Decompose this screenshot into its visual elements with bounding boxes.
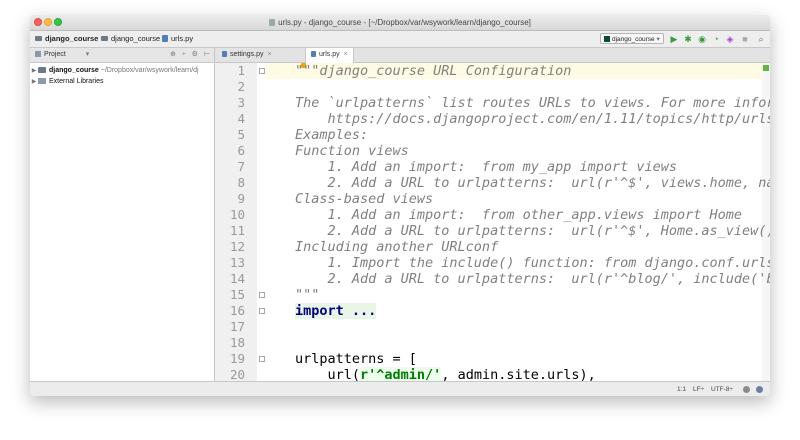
status-bar: 1:1 LF÷ UTF-8÷ [30, 381, 770, 396]
collapse-icon[interactable]: ÷ [182, 51, 186, 58]
line-number: 18 [229, 335, 245, 350]
line-number: 12 [229, 239, 245, 254]
inspector-icon[interactable] [756, 386, 763, 393]
code-line: Examples: [295, 127, 369, 143]
python-file-icon [162, 35, 168, 42]
line-number: 13 [229, 255, 245, 270]
folder-icon [35, 36, 42, 41]
file-encoding[interactable]: UTF-8÷ [711, 382, 733, 396]
chevron-down-icon: ▾ [656, 36, 660, 43]
minimize-window-button[interactable] [44, 18, 52, 26]
breadcrumb-project[interactable]: django_course› [35, 31, 104, 47]
line-number: 17 [229, 319, 245, 334]
stop-icon[interactable]: ■ [740, 34, 750, 44]
code-line: 1. Add an import: from my_app import vie… [295, 159, 678, 175]
code-line: 1. Import the include() function: from d… [327, 255, 771, 271]
window-title-wrap: urls.py - django_course - [~/Dropbox/var… [30, 15, 770, 30]
fold-marker-icon[interactable] [259, 356, 265, 362]
gear-icon[interactable]: ⚙ [192, 51, 198, 58]
close-window-button[interactable] [34, 18, 42, 26]
tab-urls-py[interactable]: urls.py × [305, 48, 354, 63]
line-number: 5 [237, 127, 245, 142]
search-everywhere-icon[interactable]: ⌕ [756, 34, 766, 44]
line-number: 2 [237, 79, 245, 94]
folder-icon [38, 67, 46, 73]
code-line-1: """django_course URL Configuration [295, 63, 572, 79]
code-line: Function views [295, 143, 409, 159]
fold-marker-icon[interactable] [259, 292, 265, 298]
chevron-right-icon[interactable]: ▶ [30, 77, 38, 88]
close-icon[interactable]: × [267, 51, 271, 58]
toolwindow-actions: ⊕ ÷ ⚙ ⊢ [170, 48, 210, 62]
code-line: 2. Add a URL to urlpatterns: url(r'^$', … [327, 175, 771, 191]
line-number: 11 [229, 223, 245, 238]
code-line: 2. Add a URL to urlpatterns: url(r'^$', … [327, 223, 771, 239]
regex-string: r'^admin/' [360, 367, 442, 381]
code-line: """ [295, 287, 320, 303]
tab-settings-py[interactable]: settings.py × [217, 48, 277, 62]
folder-icon [101, 36, 108, 41]
run-icon[interactable]: ▶ [669, 34, 679, 44]
window-title: urls.py - django_course - [~/Dropbox/var… [278, 18, 531, 27]
code-line: https://docs.djangoproject.com/en/1.11/t… [295, 111, 771, 127]
code-line-url: url(r'^admin/', admin.site.urls), [295, 367, 596, 381]
run-configuration-select[interactable]: django_course ▾ [600, 33, 664, 44]
line-number: 16 [229, 303, 245, 318]
concurrency-icon[interactable]: ◈ [725, 34, 735, 44]
ide-window: urls.py - django_course - [~/Dropbox/var… [30, 15, 770, 396]
project-tree: ▶ django_course ~/Dropbox/var/wsywork/lea… [30, 63, 215, 381]
line-number: 4 [237, 111, 245, 126]
library-icon [38, 78, 46, 84]
code-line: 2. Add a URL to urlpatterns: url(r'^blog… [327, 271, 771, 287]
code-line-import[interactable]: import ... [295, 303, 377, 319]
tree-item-project-root[interactable]: ▶ django_course ~/Dropbox/var/wsywork/lea… [30, 65, 199, 76]
hide-icon[interactable]: ⊢ [204, 51, 210, 58]
line-number: 9 [237, 191, 245, 206]
breadcrumb-package[interactable]: django_course› [101, 31, 166, 47]
line-number: 15 [229, 287, 245, 302]
code-line: The `urlpatterns` list routes URLs to vi… [295, 95, 770, 111]
file-icon [269, 19, 276, 26]
code-line: 1. Add an import: from other_app.views i… [295, 207, 743, 223]
line-number: 10 [229, 207, 245, 222]
navigation-bar: django_course› django_course› urls.py dj… [30, 31, 770, 48]
close-icon[interactable]: × [344, 51, 348, 58]
project-icon [35, 51, 41, 57]
line-number: 20 [229, 367, 245, 381]
coverage-icon[interactable]: ◉ [697, 34, 707, 44]
fold-column [257, 63, 265, 381]
django-icon [604, 36, 610, 42]
zoom-window-button[interactable] [54, 18, 62, 26]
lock-icon[interactable] [743, 386, 750, 393]
code-editor[interactable]: 1 2 3 4 5 6 7 8 9 10 11 12 13 14 15 16 1… [215, 63, 770, 381]
fold-marker-icon[interactable] [259, 68, 265, 74]
line-separator[interactable]: LF÷ [693, 382, 704, 396]
editor-tabs: settings.py × urls.py × [215, 48, 770, 63]
python-file-icon [222, 51, 227, 57]
project-toolwindow-header: Project ▾ ⊕ ÷ ⚙ ⊢ [30, 48, 215, 63]
folded-imports[interactable]: import ... [295, 303, 377, 319]
chevron-down-icon: ▾ [85, 51, 90, 58]
title-bar: urls.py - django_course - [~/Dropbox/var… [30, 15, 770, 31]
line-number: 3 [237, 95, 245, 110]
line-number: 19 [229, 351, 245, 366]
code-line: Including another URLconf [295, 239, 499, 255]
line-number: 14 [229, 271, 245, 286]
line-number: 6 [237, 143, 245, 158]
python-file-icon [311, 51, 316, 57]
line-number: 7 [237, 159, 245, 174]
sync-icon[interactable]: ⊕ [170, 51, 176, 58]
debug-icon[interactable]: ✱ [683, 34, 693, 44]
project-view-selector[interactable]: Project ▾ [35, 48, 89, 62]
breadcrumb-file[interactable]: urls.py [162, 31, 193, 47]
code-line: urlpatterns = [ [295, 351, 417, 367]
line-number: 1 [237, 63, 245, 78]
inspection-ok-icon [763, 65, 769, 71]
caret-position[interactable]: 1:1 [677, 382, 686, 396]
line-number: 8 [237, 175, 245, 190]
code-line: Class-based views [295, 191, 434, 207]
tree-item-external-libraries[interactable]: ▶ External Libraries [30, 76, 103, 87]
fold-marker-icon[interactable] [259, 308, 265, 314]
profile-icon[interactable]: ◔ [711, 34, 721, 44]
